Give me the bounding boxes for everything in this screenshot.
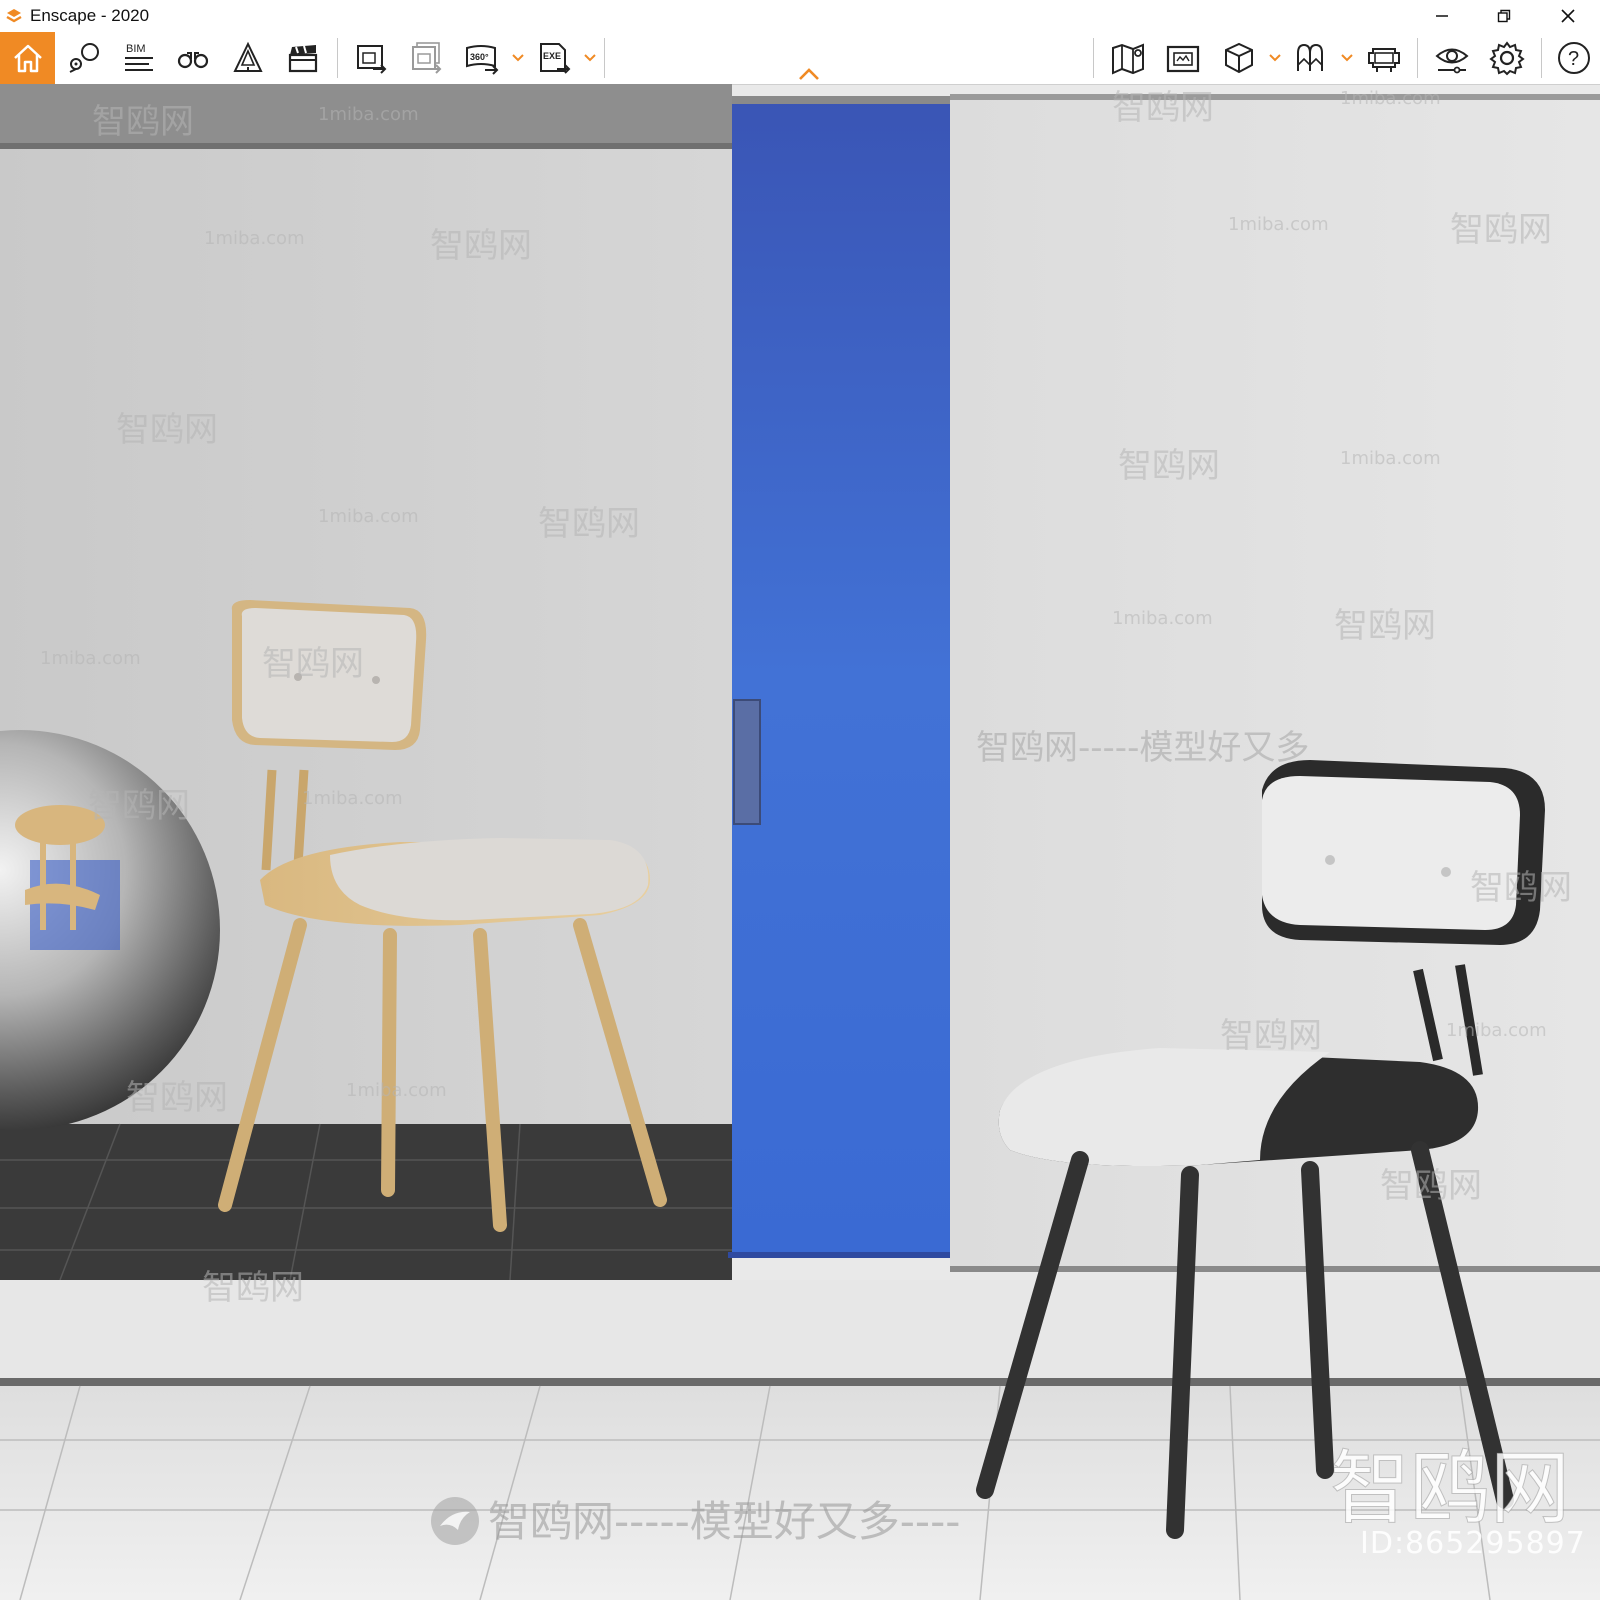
enscape-logo-icon [6, 9, 22, 23]
watermark-big-logo: 智鸥网 [1330, 1442, 1571, 1536]
gear-icon [1489, 41, 1525, 76]
exe-export-icon: EXE [540, 43, 571, 74]
help-button[interactable]: ? [1548, 32, 1600, 84]
watermark-brand: 智鸥网 [88, 786, 190, 826]
watermark-site: 1miba.com [1228, 214, 1329, 235]
watermark-brand: 智鸥网 [1450, 210, 1552, 250]
restore-icon [1497, 9, 1511, 23]
enscape-toolbar: BIM 360° EXE ? [0, 32, 1600, 85]
watermark-site: 1miba.com [1446, 1020, 1547, 1041]
watermark-brand: 智鸥网 [1380, 1166, 1482, 1206]
watermark-site: 1miba.com [318, 506, 419, 527]
render-viewport[interactable]: 1miba.com 智鸥网 智鸥网 1miba.com 1miba.com 智鸥… [0, 84, 1600, 1600]
help-icon: ? [1558, 42, 1590, 74]
close-icon [1561, 9, 1575, 23]
watermark-brand: 智鸥网 [1112, 88, 1214, 128]
visual-settings-button[interactable] [1426, 32, 1478, 84]
toolbar-separator [1541, 38, 1542, 78]
material-icon [1297, 43, 1323, 71]
material-editor-button[interactable] [1285, 32, 1337, 84]
watermark-brand: 智鸥网 [1470, 868, 1572, 908]
home-icon [13, 44, 42, 73]
toolbar-separator [1417, 38, 1418, 78]
watermark-brand: 智鸥网 [202, 1268, 304, 1308]
watermark-slogan: 智鸥网-----模型好又多 [976, 728, 1310, 768]
eye-settings-icon [1435, 48, 1469, 74]
export-standalone-button[interactable]: EXE [528, 32, 580, 84]
watermark-brand: 智鸥网 [538, 504, 640, 544]
watermark-slogan: 智鸥网-----模型好又多---- [488, 1497, 961, 1546]
bim-label: BIM [126, 43, 146, 55]
asset-library-button[interactable] [1213, 32, 1265, 84]
vr-headset-button[interactable] [1358, 32, 1410, 84]
general-settings-button[interactable] [1481, 32, 1533, 84]
watermark-site: 1miba.com [204, 228, 305, 249]
capture-button[interactable] [1157, 32, 1209, 84]
warning-cone-icon [233, 41, 263, 72]
watermark-brand: 智鸥网 [92, 102, 194, 142]
toolbar-separator [1093, 38, 1094, 78]
batch-render-icon [412, 42, 442, 74]
scene-render [0, 84, 1600, 1600]
binoculars-icon [177, 52, 209, 69]
window-title: Enscape - 2020 [30, 6, 150, 25]
toolbar-separator [337, 38, 338, 78]
help-label: ? [1568, 48, 1579, 70]
watermark-site: 1miba.com [1340, 88, 1441, 109]
export-dropdown[interactable] [583, 48, 597, 68]
material-dropdown[interactable] [1340, 48, 1354, 68]
watermark-brand: 智鸥网 [116, 410, 218, 450]
location-pin-icon [69, 43, 99, 73]
home-button[interactable] [0, 32, 55, 84]
watermark-site: 1miba.com [302, 788, 403, 809]
watermark-site: 1miba.com [40, 648, 141, 669]
vr-headset-icon [1368, 48, 1400, 72]
watermark-brand: 智鸥网 [262, 644, 364, 684]
object-placement-button[interactable] [222, 32, 274, 84]
chevron-down-icon [1269, 54, 1281, 62]
chevron-up-icon[interactable] [797, 66, 821, 82]
map-icon [1112, 43, 1144, 75]
watermark-brand: 智鸥网 [1220, 1016, 1322, 1056]
clapperboard-icon [288, 45, 318, 73]
panorama-label: 360° [470, 52, 489, 62]
exe-label: EXE [543, 51, 561, 61]
video-editor-button[interactable] [277, 32, 329, 84]
render-panorama-button[interactable]: 360° [456, 32, 508, 84]
restore-button[interactable] [1480, 0, 1528, 32]
cube-icon [1225, 42, 1253, 74]
map-button[interactable] [1102, 32, 1154, 84]
bim-button[interactable]: BIM [112, 32, 164, 84]
toolbar-separator [604, 38, 605, 78]
panorama-360-icon: 360° [466, 45, 499, 75]
panorama-dropdown[interactable] [511, 48, 525, 68]
brand-bird-logo-icon [431, 1497, 479, 1545]
watermark-brand: 智鸥网 [430, 226, 532, 266]
asset-library-dropdown[interactable] [1268, 48, 1282, 68]
watermark-brand: 智鸥网 [126, 1078, 228, 1118]
watermark-id: ID:865295897 [1360, 1526, 1586, 1561]
walk-mode-button[interactable] [167, 32, 219, 84]
views-button[interactable] [57, 32, 109, 84]
close-button[interactable] [1544, 0, 1592, 32]
render-image-icon [357, 45, 387, 74]
minimize-icon [1436, 15, 1448, 17]
minimize-button[interactable] [1418, 0, 1466, 32]
chevron-down-icon [1341, 54, 1353, 62]
batch-render-button[interactable] [401, 32, 453, 84]
watermark-site: 1miba.com [346, 1080, 447, 1101]
watermark-site: 1miba.com [1112, 608, 1213, 629]
capture-icon [1166, 45, 1200, 73]
chevron-down-icon [512, 54, 524, 62]
watermark-site: 1miba.com [1340, 448, 1441, 469]
chevron-down-icon [584, 54, 596, 62]
render-image-button[interactable] [346, 32, 398, 84]
watermark-site: 1miba.com [318, 104, 419, 125]
bim-icon: BIM [125, 43, 153, 71]
watermark-brand: 智鸥网 [1118, 446, 1220, 486]
title-bar: Enscape - 2020 [0, 0, 1600, 32]
watermark-brand: 智鸥网 [1334, 606, 1436, 646]
